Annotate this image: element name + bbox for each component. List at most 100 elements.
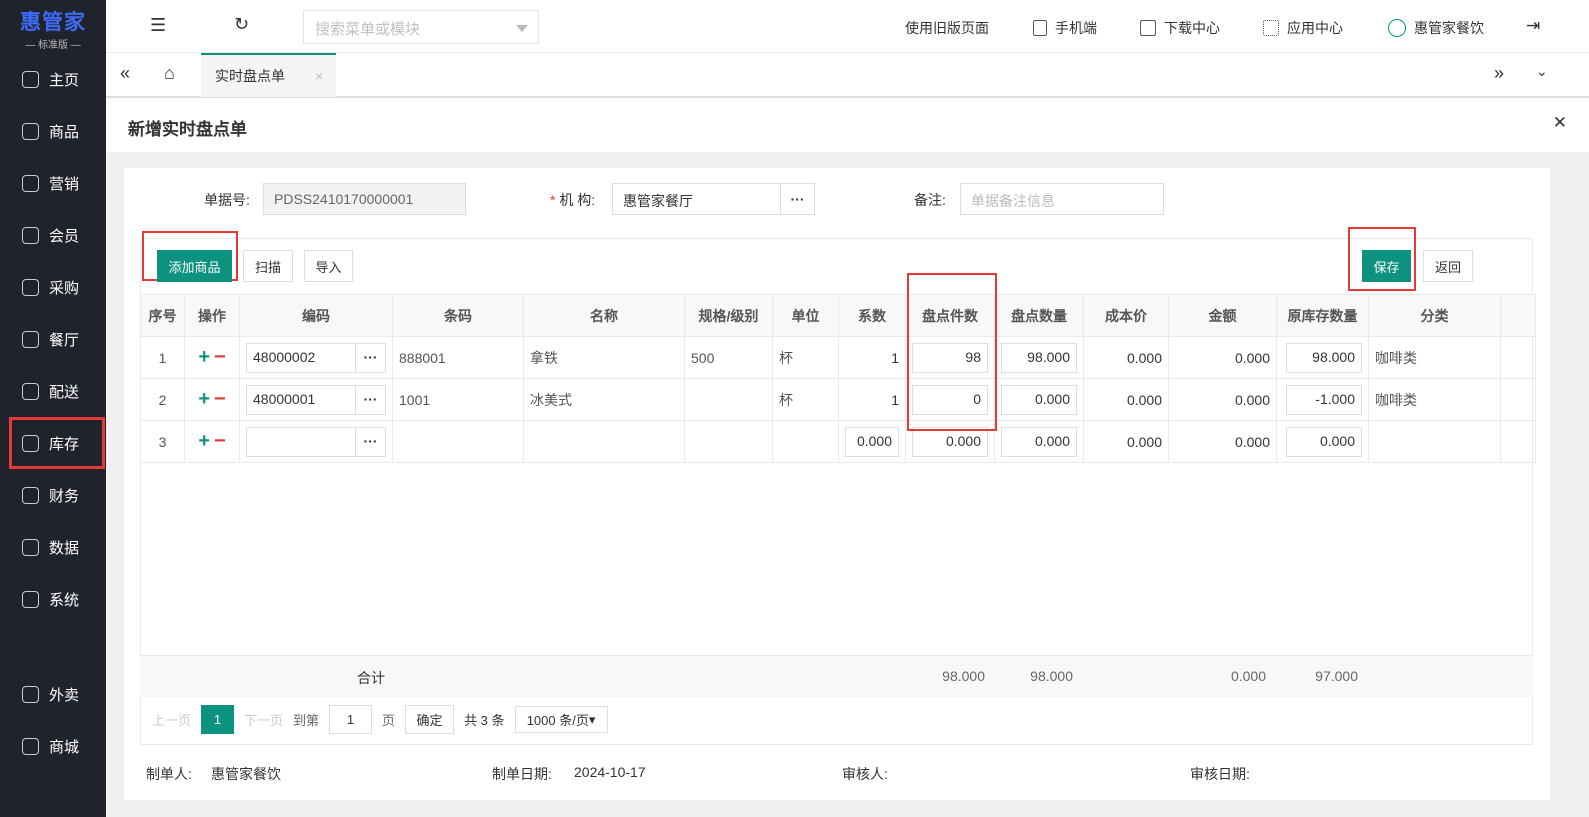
confirm-button[interactable]: 确定	[405, 705, 455, 734]
sidebar-item-product[interactable]: 商品	[0, 105, 106, 157]
sidebar-item-home[interactable]: 主页	[0, 53, 106, 105]
category: 咖啡类	[1368, 378, 1501, 421]
row-no: 2	[140, 378, 185, 421]
sidebar-item-system[interactable]: 系统	[0, 573, 106, 625]
remark-label: 备注:	[914, 192, 946, 208]
total-qty: 98.000	[1030, 668, 1073, 684]
factor-input[interactable]: 0.000	[845, 426, 899, 457]
close-tab-icon[interactable]: ×	[315, 68, 323, 84]
refresh-icon[interactable]: ↻	[234, 14, 249, 35]
search-input[interactable]: 搜索菜单或模块	[303, 10, 539, 44]
save-button[interactable]: 保存	[1362, 250, 1411, 282]
date-label: 制单日期:	[492, 766, 552, 782]
add-row-icon[interactable]: +	[198, 388, 210, 410]
more-icon[interactable]: ···	[780, 184, 814, 214]
sidebar-item-takeout[interactable]: 外卖	[0, 668, 106, 720]
qty-input[interactable]: 0.000	[1001, 426, 1077, 457]
more-icon[interactable]: ···	[355, 343, 385, 372]
apps-icon	[1263, 20, 1279, 36]
logout-icon[interactable]: ⇥	[1526, 16, 1540, 36]
amount: 0.000	[1168, 378, 1277, 421]
more-icon[interactable]: ···	[355, 385, 385, 414]
barcode: 1001	[392, 378, 524, 421]
factor: 1	[838, 378, 906, 421]
more-icon[interactable]: ···	[355, 427, 385, 456]
remove-row-icon[interactable]: −	[214, 430, 226, 452]
date: 2024-10-17	[574, 764, 646, 780]
user-menu[interactable]: 惠管家餐饮	[1388, 18, 1484, 38]
page-size-select[interactable]: 1000 条/页 ▾	[514, 706, 608, 733]
sidebar-item-finance[interactable]: 财务	[0, 469, 106, 521]
spec	[684, 420, 773, 463]
code-input[interactable]: 48000002 ···	[246, 342, 386, 373]
total-amount: 0.000	[1230, 668, 1266, 684]
sidebar-item-member[interactable]: 会员	[0, 209, 106, 261]
total-count: 98.000	[942, 668, 985, 684]
add-row-icon[interactable]: +	[198, 430, 210, 452]
next-page[interactable]: 下一页	[244, 710, 283, 729]
mobile-link[interactable]: 手机端	[1033, 18, 1097, 38]
amount: 0.000	[1168, 336, 1277, 379]
add-product-button[interactable]: 添加商品	[157, 250, 232, 282]
back-button[interactable]: 返回	[1423, 250, 1473, 282]
sidebar-item-restaurant[interactable]: 餐厅	[0, 313, 106, 365]
column-header: 分类	[1368, 294, 1501, 337]
mall-icon	[22, 737, 39, 755]
cost: 0.000	[1083, 336, 1169, 379]
page-title: 新增实时盘点单	[128, 120, 247, 139]
home-icon[interactable]: ⌂	[164, 63, 175, 84]
stock-input[interactable]: -1.000	[1286, 384, 1362, 415]
sidebar-item-inventory[interactable]: 库存	[9, 417, 105, 469]
import-button[interactable]: 导入	[304, 250, 353, 282]
close-icon[interactable]: ✕	[1553, 113, 1567, 133]
qty-input[interactable]: 0.000	[1001, 384, 1077, 415]
remove-row-icon[interactable]: −	[214, 346, 226, 368]
count-input[interactable]: 0.000	[912, 426, 988, 457]
collapse-menu-icon[interactable]: ☰	[150, 15, 166, 36]
monitor-icon	[1140, 20, 1156, 36]
page-1[interactable]: 1	[201, 705, 235, 734]
home-icon	[22, 70, 39, 88]
column-header: 条码	[392, 294, 524, 337]
tab-realtime-stocktake[interactable]: 实时盘点单 ×	[201, 53, 336, 97]
marketing-icon	[22, 174, 39, 192]
stock-input[interactable]: 0.000	[1286, 426, 1362, 457]
sidebar-item-data[interactable]: 数据	[0, 521, 106, 573]
goto-label: 到第	[293, 713, 320, 728]
prev-page[interactable]: 上一页	[152, 710, 191, 729]
old-page-link[interactable]: 使用旧版页面	[905, 18, 989, 38]
qty-input[interactable]: 98.000	[1001, 342, 1077, 373]
download-link[interactable]: 下载中心	[1140, 18, 1220, 38]
column-header: 金额	[1168, 294, 1277, 337]
scan-button[interactable]: 扫描	[243, 250, 293, 282]
org-field[interactable]: 惠管家餐厅 ···	[612, 183, 815, 215]
code-input[interactable]: 48000001 ···	[246, 384, 386, 415]
doc-no-label: 单据号:	[204, 192, 250, 208]
doc-no-field: PDSS2410170000001	[263, 183, 466, 215]
delivery-icon	[22, 382, 39, 400]
sidebar-item-delivery[interactable]: 配送	[0, 365, 106, 417]
goto-input[interactable]: 1	[329, 705, 373, 734]
data-icon	[22, 538, 39, 556]
sidebar-item-marketing[interactable]: 营销	[0, 157, 106, 209]
sidebar-item-purchase[interactable]: 采购	[0, 261, 106, 313]
row-no: 1	[140, 336, 185, 379]
scroll-right-icon[interactable]: »	[1494, 63, 1504, 84]
apps-link[interactable]: 应用中心	[1263, 18, 1343, 38]
add-row-icon[interactable]: +	[198, 346, 210, 368]
remove-row-icon[interactable]: −	[214, 388, 226, 410]
chevron-down-icon[interactable]: ⌄	[1536, 63, 1548, 80]
sidebar-item-mall[interactable]: 商城	[0, 720, 106, 772]
product-name	[523, 420, 685, 463]
spec	[684, 378, 773, 421]
column-header: 成本价	[1083, 294, 1169, 337]
scroll-left-icon[interactable]: «	[120, 63, 130, 84]
barcode	[392, 420, 524, 463]
remark-input[interactable]: 单据备注信息	[960, 183, 1164, 215]
column-header: 系数	[838, 294, 906, 337]
code-input[interactable]: ···	[246, 426, 386, 457]
mobile-icon	[1033, 20, 1047, 36]
pagination: 上一页 1 下一页 到第 1 页 确定 共 3 条 1000 条/页 ▾	[152, 705, 608, 734]
row-no: 3	[140, 420, 185, 463]
stock-input[interactable]: 98.000	[1286, 342, 1362, 373]
